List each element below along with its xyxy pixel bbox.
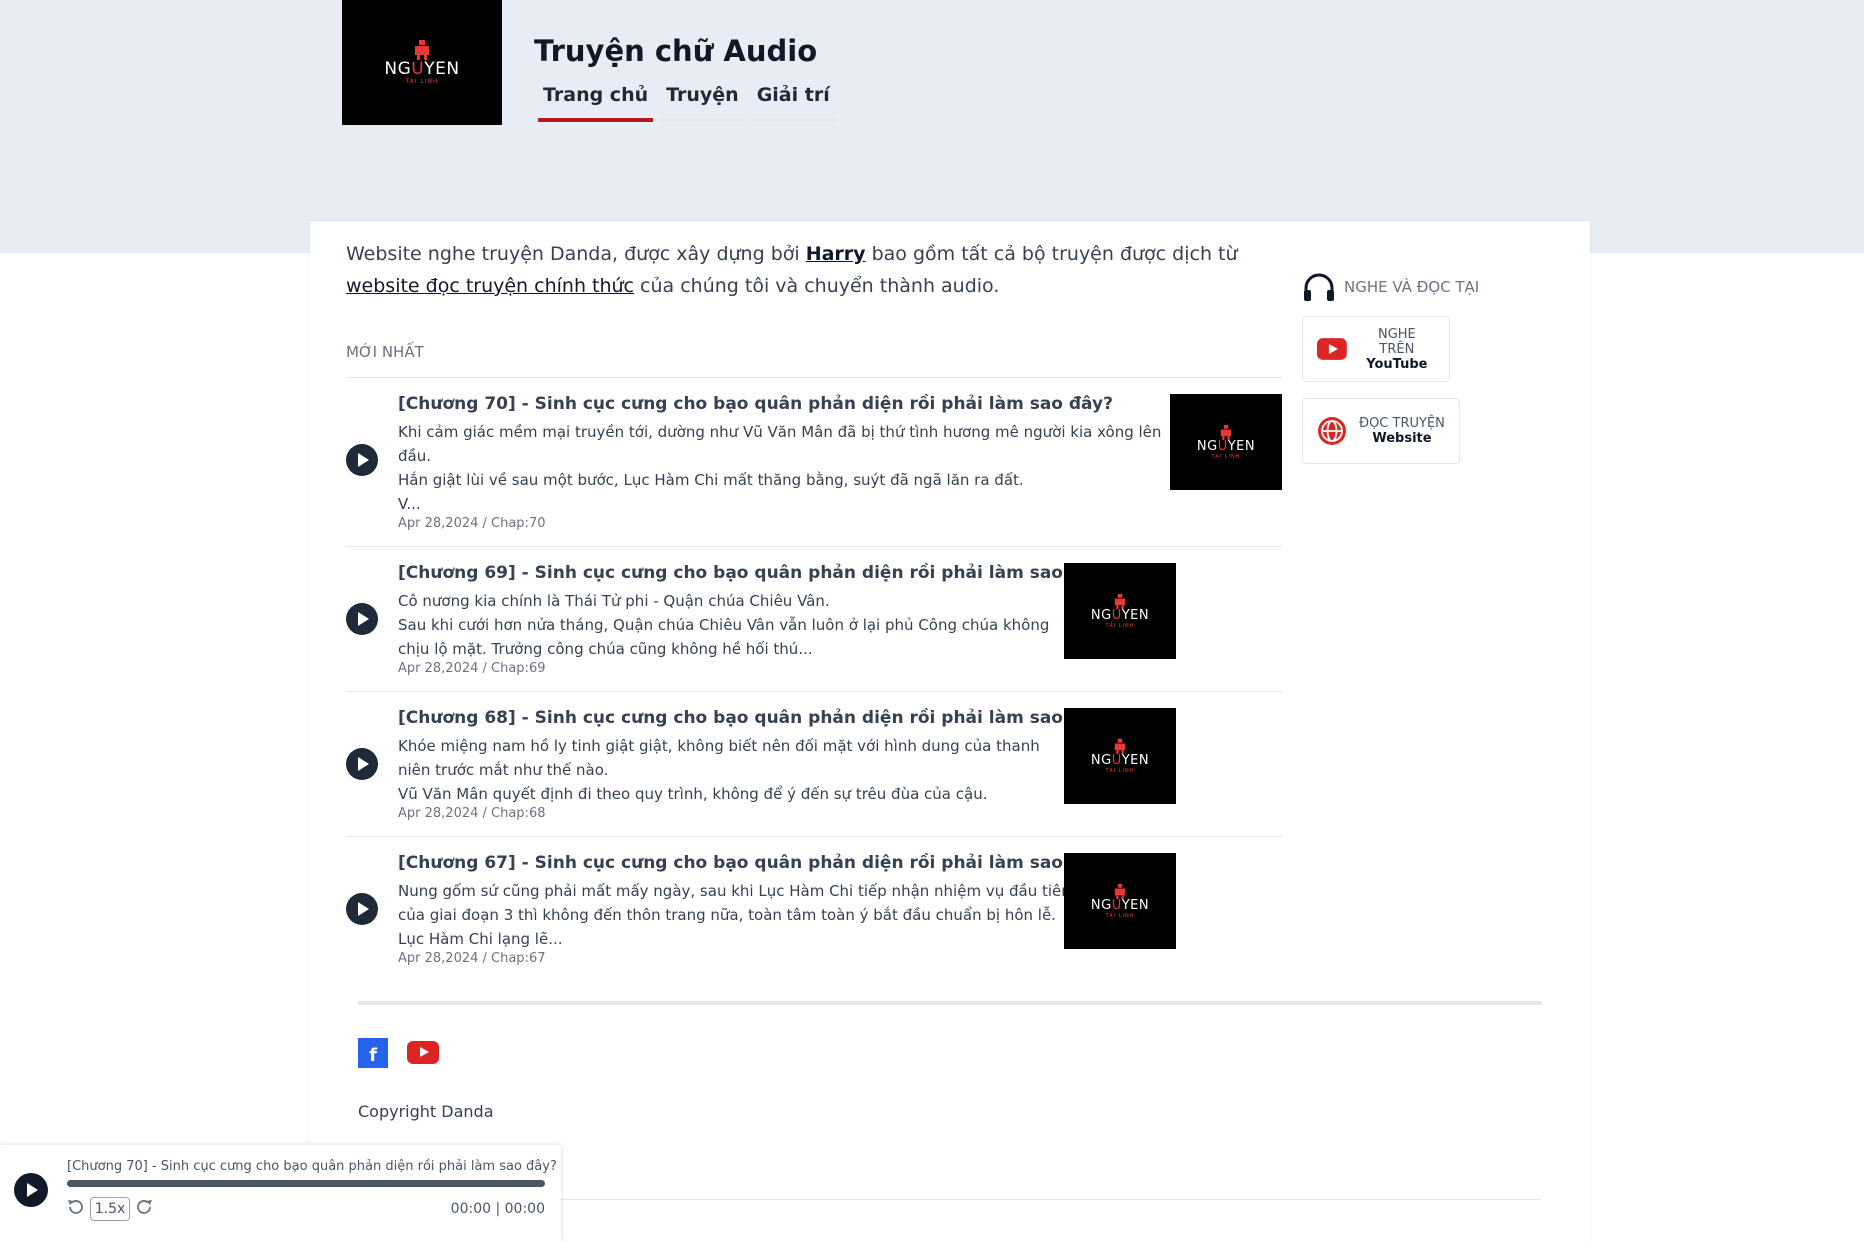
- read-website-line1: ĐỌC TRUYỆN: [1359, 416, 1445, 431]
- player-track-title: [Chương 70] - Sinh cục cưng cho bạo quân…: [67, 1159, 557, 1174]
- thumb-subtitle: TÁI LINH: [1105, 622, 1135, 629]
- audio-player: [Chương 70] - Sinh cục cưng cho bạo quân…: [0, 1145, 561, 1242]
- read-website-button[interactable]: ĐỌC TRUYỆN Website: [1302, 398, 1460, 464]
- footer-divider: [358, 1001, 1542, 1005]
- nav-item-home[interactable]: Trang chủ: [538, 84, 654, 122]
- thumb-wordmark: NGUYEN: [1090, 752, 1150, 768]
- item-meta: Apr 28,2024 / Chap:69: [398, 661, 546, 676]
- list-item[interactable]: [Chương 67] - Sinh cục cưng cho bạo quân…: [346, 853, 1282, 975]
- player-progress-bar[interactable]: [67, 1180, 545, 1187]
- player-time: 00:00 | 00:00: [450, 1201, 545, 1217]
- logo-wordmark: NGUYEN: [384, 59, 460, 79]
- duration-time: 00:00: [504, 1201, 545, 1217]
- item-description: Cô nương kia chính là Thái Tử phi - Quận…: [398, 592, 1050, 658]
- site-logo[interactable]: NGUYEN TÁI LINH: [342, 0, 502, 125]
- item-description: Nung gốm sứ cũng phải mất mấy ngày, sau …: [398, 882, 1071, 948]
- logo-figure-icon: [1220, 424, 1232, 440]
- item-thumbnail[interactable]: NGUYEN TÁI LINH: [1064, 708, 1176, 804]
- listen-youtube-button[interactable]: NGHE TRÊN YouTube: [1302, 316, 1450, 382]
- player-play-button[interactable]: [14, 1173, 48, 1207]
- thumb-wordmark: NGUYEN: [1090, 897, 1150, 913]
- sidebar-heading: NGHE VÀ ĐỌC TẠI: [1302, 272, 1479, 302]
- divider: [346, 691, 1282, 692]
- play-button[interactable]: [346, 603, 378, 635]
- listen-youtube-line2: YouTube: [1366, 356, 1428, 372]
- item-thumbnail[interactable]: NGUYEN TÁI LINH: [1064, 563, 1176, 659]
- divider: [346, 377, 1282, 378]
- intro-text: Website nghe truyện Danda, được xây dựng…: [346, 243, 1238, 297]
- site-title: Truyện chữ Audio: [534, 34, 818, 68]
- header-banner: [0, 0, 1864, 253]
- logo-figure-icon: [1114, 883, 1126, 899]
- forward-icon[interactable]: [136, 1198, 154, 1216]
- facebook-icon[interactable]: f: [358, 1038, 388, 1068]
- list-item[interactable]: [Chương 69] - Sinh cục cưng cho bạo quân…: [346, 563, 1282, 685]
- read-website-line2: Website: [1372, 431, 1432, 446]
- rewind-icon[interactable]: [66, 1198, 84, 1216]
- official-website-link[interactable]: website đọc truyện chính thức: [346, 275, 634, 297]
- author-link[interactable]: Harry: [806, 243, 866, 265]
- logo-subtitle: TÁI LINH: [405, 78, 439, 85]
- thumb-subtitle: TÁI LINH: [1211, 453, 1241, 460]
- youtube-icon[interactable]: [407, 1041, 439, 1064]
- main-nav: Trang chủ Truyện Giải trí: [538, 84, 835, 122]
- divider: [346, 546, 1282, 547]
- item-title[interactable]: [Chương 70] - Sinh cục cưng cho bạo quân…: [398, 394, 1113, 414]
- item-meta: Apr 28,2024 / Chap:67: [398, 951, 546, 966]
- thumb-subtitle: TÁI LINH: [1105, 912, 1135, 919]
- thumb-subtitle: TÁI LINH: [1105, 767, 1135, 774]
- logo-figure-icon: [1114, 593, 1126, 609]
- divider: [346, 836, 1282, 837]
- item-description: Khi cảm giác mềm mại truyền tới, dường n…: [398, 423, 1162, 513]
- play-button[interactable]: [346, 444, 378, 476]
- globe-icon: [1318, 417, 1346, 445]
- list-item[interactable]: [Chương 70] - Sinh cục cưng cho bạo quân…: [346, 394, 1282, 544]
- logo-figure-icon: [415, 40, 429, 60]
- item-title[interactable]: [Chương 67] - Sinh cục cưng cho bạo quân…: [398, 853, 1113, 873]
- listen-youtube-line1: NGHE TRÊN: [1377, 326, 1416, 357]
- playback-rate-button[interactable]: 1.5x: [90, 1197, 130, 1221]
- section-latest-label: MỚI NHẤT: [346, 343, 424, 361]
- sidebar-heading-label: NGHE VÀ ĐỌC TẠI: [1344, 278, 1480, 296]
- thumb-wordmark: NGUYEN: [1196, 438, 1256, 454]
- item-thumbnail[interactable]: NGUYEN TÁI LINH: [1170, 394, 1282, 490]
- logo-figure-icon: [1114, 738, 1126, 754]
- nav-item-entertainment[interactable]: Giải trí: [751, 84, 835, 122]
- play-button[interactable]: [346, 748, 378, 780]
- item-title[interactable]: [Chương 68] - Sinh cục cưng cho bạo quân…: [398, 708, 1113, 728]
- current-time: 00:00: [450, 1201, 492, 1217]
- item-meta: Apr 28,2024 / Chap:70: [398, 516, 546, 531]
- thumb-wordmark: NGUYEN: [1090, 607, 1150, 623]
- list-item[interactable]: [Chương 68] - Sinh cục cưng cho bạo quân…: [346, 708, 1282, 830]
- copyright-text: Copyright Danda: [358, 1102, 494, 1121]
- play-button[interactable]: [346, 893, 378, 925]
- nav-item-stories[interactable]: Truyện: [661, 84, 744, 122]
- headphones-icon: [1304, 273, 1334, 301]
- item-description: Khóe miệng nam hồ ly tinh giật giật, khô…: [398, 737, 1040, 803]
- item-title[interactable]: [Chương 69] - Sinh cục cưng cho bạo quân…: [398, 563, 1113, 583]
- item-thumbnail[interactable]: NGUYEN TÁI LINH: [1064, 853, 1176, 949]
- item-meta: Apr 28,2024 / Chap:68: [398, 806, 546, 821]
- youtube-icon: [1317, 338, 1347, 360]
